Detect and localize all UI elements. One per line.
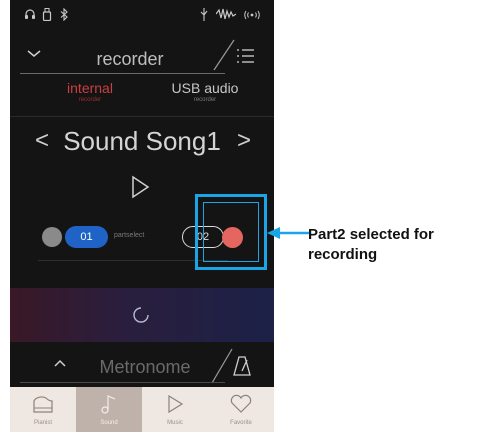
loading-icon <box>132 306 150 324</box>
chevron-up-icon[interactable] <box>50 353 70 373</box>
recorder-header: recorder <box>10 38 274 72</box>
next-song-button[interactable]: > <box>232 126 256 156</box>
nav-label: Favorite <box>230 420 252 426</box>
music-note-icon <box>96 393 122 415</box>
piano-icon <box>30 393 56 415</box>
part1-record-indicator[interactable] <box>42 227 62 247</box>
song-name: Sound Song1 <box>63 126 221 156</box>
song-selector: < Sound Song1 > <box>10 122 274 162</box>
usb-drive-icon <box>42 8 52 24</box>
wifi-icon <box>244 8 260 23</box>
part1-button[interactable]: 01 <box>65 226 108 248</box>
nav-pianist[interactable]: Pianist <box>10 387 76 432</box>
tab-usb-audio-recorder[interactable]: USB audio recorder <box>160 80 250 104</box>
nav-label: Sound <box>100 420 118 426</box>
tab-label: USB audio <box>171 80 239 96</box>
part-select-label: partselect <box>114 232 145 239</box>
metronome-label: Metronome <box>99 357 191 377</box>
recording-progress-band <box>10 288 274 342</box>
section-divider <box>10 116 274 117</box>
nav-music[interactable]: Music <box>142 387 208 432</box>
annotation-callout: Part2 selected for recording <box>308 226 434 263</box>
tab-sublabel: recorder <box>78 97 102 103</box>
part2-highlight-inner <box>203 202 259 262</box>
play-icon <box>162 393 188 415</box>
status-bar <box>10 0 274 30</box>
nav-label: Pianist <box>33 420 52 426</box>
headphones-icon <box>24 8 36 23</box>
source-tabs: internal recorder USB audio recorder <box>10 80 274 110</box>
play-button[interactable] <box>128 174 152 200</box>
bluetooth-icon <box>60 7 69 24</box>
tab-sublabel: recorder <box>193 97 217 103</box>
list-menu-icon[interactable] <box>234 46 258 66</box>
usb-plug-icon <box>200 8 208 24</box>
bottom-nav: Pianist Sound Music Favorite <box>10 387 274 432</box>
nav-label: Music <box>167 420 183 426</box>
heart-icon <box>228 393 254 415</box>
audio-waveform-icon <box>215 8 237 23</box>
metronome-icon[interactable] <box>232 355 252 377</box>
metronome-divider <box>20 382 225 383</box>
callout-arrow-icon <box>264 225 312 241</box>
header-divider <box>20 73 225 74</box>
nav-favorite[interactable]: Favorite <box>208 387 274 432</box>
tab-label: internal <box>67 80 113 96</box>
part2-highlight-box <box>195 194 267 270</box>
nav-sound[interactable]: Sound <box>76 387 142 432</box>
metronome-bar[interactable]: Metronome <box>10 345 274 387</box>
tab-internal-recorder[interactable]: internal recorder <box>50 80 130 104</box>
